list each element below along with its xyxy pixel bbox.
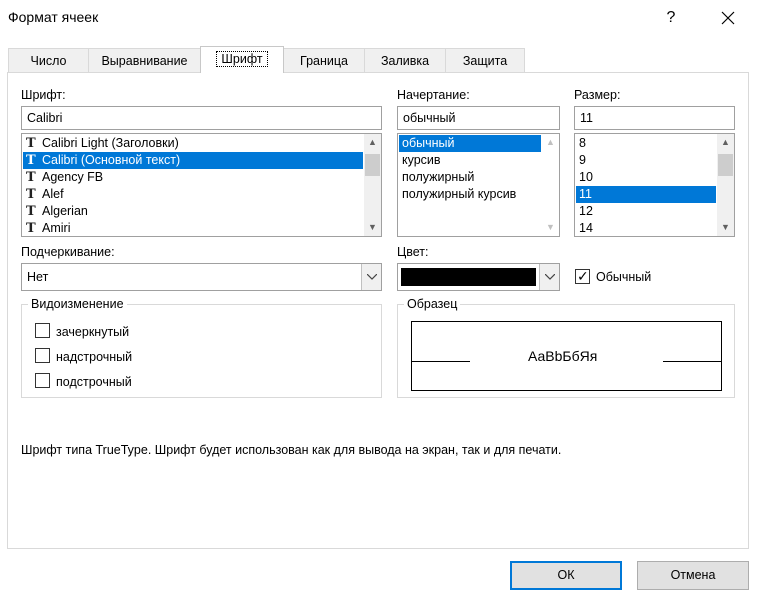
size-list-item[interactable]: 9 bbox=[576, 152, 716, 169]
subscript-checkbox[interactable] bbox=[35, 373, 50, 388]
chevron-down-icon[interactable] bbox=[539, 264, 559, 290]
font-item-label: Algerian bbox=[42, 204, 88, 218]
superscript-checkbox[interactable] bbox=[35, 348, 50, 363]
ok-button[interactable]: ОК bbox=[510, 561, 622, 590]
chevron-down-icon[interactable] bbox=[361, 264, 381, 290]
font-list-scrollbar[interactable]: ▲ ▼ bbox=[364, 134, 381, 236]
underline-select[interactable]: Нет bbox=[21, 263, 382, 291]
font-list[interactable]: T Calibri Light (Заголовки) T Calibri (Осн… bbox=[21, 133, 382, 237]
cancel-button[interactable]: Отмена bbox=[637, 561, 749, 590]
scroll-up-icon[interactable]: ▲ bbox=[364, 134, 381, 151]
underline-label: Подчеркивание: bbox=[21, 245, 115, 259]
font-label: Шрифт: bbox=[21, 88, 66, 102]
style-list-item[interactable]: полужирный курсив bbox=[399, 186, 541, 203]
close-button[interactable] bbox=[711, 4, 745, 32]
tab-protection[interactable]: Защита bbox=[445, 48, 525, 73]
normal-font-label: Обычный bbox=[596, 270, 652, 284]
preview-text: АаВbБбЯя bbox=[528, 348, 598, 364]
size-list-item[interactable]: 14 bbox=[576, 220, 716, 236]
font-item-label: Calibri Light (Заголовки) bbox=[42, 136, 179, 150]
color-select[interactable] bbox=[397, 263, 560, 291]
tab-label: Защита bbox=[462, 54, 508, 68]
title-bar: Формат ячеек ? bbox=[0, 0, 757, 36]
dialog-title: Формат ячеек bbox=[8, 9, 99, 25]
style-label: Начертание: bbox=[397, 88, 470, 102]
font-item-label: Calibri (Основной текст) bbox=[42, 153, 181, 167]
truetype-icon: T bbox=[26, 204, 36, 219]
close-icon bbox=[721, 11, 735, 25]
color-label: Цвет: bbox=[397, 245, 429, 259]
font-list-item[interactable]: T Alef bbox=[23, 186, 363, 203]
font-list-item[interactable]: T Agency FB bbox=[23, 169, 363, 186]
preview-title: Образец bbox=[404, 297, 461, 311]
preview-baseline-right bbox=[663, 361, 722, 362]
scroll-down-icon[interactable]: ▼ bbox=[542, 219, 559, 236]
preview-baseline-left bbox=[411, 361, 470, 362]
font-list-item[interactable]: T Calibri (Основной текст) bbox=[23, 152, 363, 169]
help-button[interactable]: ? bbox=[655, 4, 687, 32]
scroll-thumb[interactable] bbox=[718, 154, 733, 176]
size-list-item[interactable]: 8 bbox=[576, 135, 716, 152]
style-list[interactable]: обычный курсив полужирный полужирный кур… bbox=[397, 133, 560, 237]
subscript-label: подстрочный bbox=[56, 375, 132, 389]
tab-alignment[interactable]: Выравнивание bbox=[88, 48, 201, 73]
underline-value: Нет bbox=[27, 270, 49, 284]
scroll-up-icon[interactable]: ▲ bbox=[717, 134, 734, 151]
effects-title: Видоизменение bbox=[28, 297, 127, 311]
font-list-item[interactable]: T Amiri bbox=[23, 220, 363, 236]
size-list-scrollbar[interactable]: ▲ ▼ bbox=[717, 134, 734, 236]
size-list-item[interactable]: 12 bbox=[576, 203, 716, 220]
size-input[interactable]: 11 bbox=[574, 106, 735, 130]
tab-border[interactable]: Граница bbox=[283, 48, 365, 73]
font-item-label: Agency FB bbox=[42, 170, 104, 184]
tab-label: Заливка bbox=[380, 54, 430, 68]
truetype-icon: T bbox=[26, 187, 36, 202]
size-list[interactable]: 8 9 10 11 12 14 ▲ ▼ bbox=[574, 133, 735, 237]
font-item-label: Amiri bbox=[42, 221, 71, 235]
strikethrough-label: зачеркнутый bbox=[56, 325, 130, 339]
style-input[interactable]: обычный bbox=[397, 106, 560, 130]
truetype-icon: T bbox=[26, 170, 36, 185]
style-list-item[interactable]: полужирный bbox=[399, 169, 541, 186]
scroll-down-icon[interactable]: ▼ bbox=[717, 219, 734, 236]
tab-label: Шрифт bbox=[216, 51, 268, 67]
font-list-item[interactable]: T Algerian bbox=[23, 203, 363, 220]
strikethrough-checkbox[interactable] bbox=[35, 323, 50, 338]
color-swatch bbox=[401, 268, 536, 286]
truetype-icon: T bbox=[26, 221, 36, 236]
normal-font-checkbox[interactable] bbox=[575, 268, 590, 285]
scroll-up-icon[interactable]: ▲ bbox=[542, 134, 559, 151]
font-item-label: Alef bbox=[42, 187, 64, 201]
tab-font[interactable]: Шрифт bbox=[200, 46, 284, 73]
size-label: Размер: bbox=[574, 88, 621, 102]
style-list-item[interactable]: обычный bbox=[399, 135, 541, 152]
style-list-item[interactable]: курсив bbox=[399, 152, 541, 169]
superscript-label: надстрочный bbox=[56, 350, 133, 364]
scroll-thumb[interactable] bbox=[365, 154, 380, 176]
tab-number[interactable]: Число bbox=[8, 48, 89, 73]
font-info-text: Шрифт типа TrueType. Шрифт будет использ… bbox=[21, 443, 562, 457]
tab-label: Граница bbox=[300, 54, 348, 68]
size-list-item[interactable]: 11 bbox=[576, 186, 716, 203]
font-list-item[interactable]: T Calibri Light (Заголовки) bbox=[23, 135, 363, 152]
truetype-icon: T bbox=[26, 136, 36, 151]
tab-label: Выравнивание bbox=[101, 54, 188, 68]
tab-fill[interactable]: Заливка bbox=[364, 48, 446, 73]
size-list-item[interactable]: 10 bbox=[576, 169, 716, 186]
style-list-scrollbar[interactable]: ▲ ▼ bbox=[542, 134, 559, 236]
tab-label: Число bbox=[30, 54, 67, 68]
truetype-icon: T bbox=[26, 153, 36, 168]
scroll-down-icon[interactable]: ▼ bbox=[364, 219, 381, 236]
font-input[interactable]: Calibri bbox=[21, 106, 382, 130]
